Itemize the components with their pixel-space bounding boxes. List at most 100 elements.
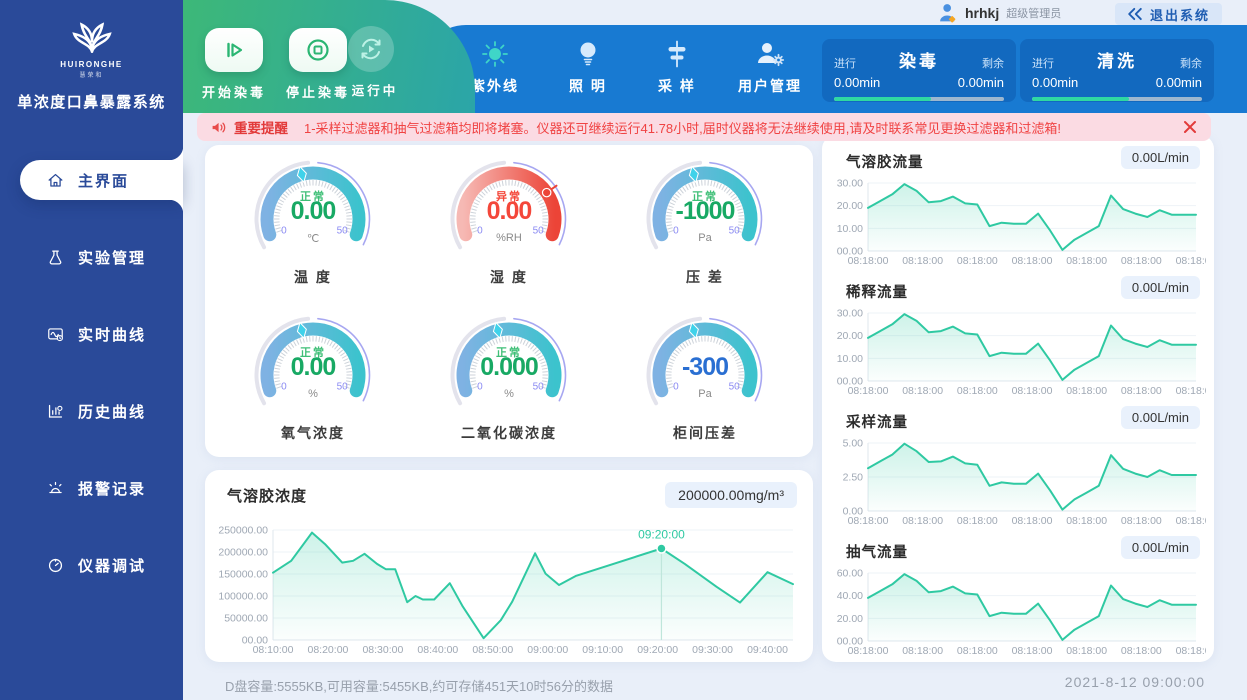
alert-banner: 重要提醒 1-采样过滤器和抽气过滤箱均即将堵塞。仪器还可继续运行41.78小时,… <box>197 113 1211 141</box>
timer-remain-value: 0.00min <box>958 75 1004 90</box>
gauge-label: 压 差 <box>686 267 724 287</box>
instrument-debug-icon <box>46 556 65 575</box>
timer-progress-bar <box>1032 97 1202 101</box>
user-avatar-icon <box>938 2 958 24</box>
svg-text:08:18:00: 08:18:00 <box>848 515 889 527</box>
sampling-flow-value-badge: 0.00L/min <box>1121 406 1200 429</box>
sidebar-nav: 主界面 实验管理 实时曲线 历史曲线 报警记录 仪器调试 <box>0 160 183 622</box>
home-icon <box>46 171 65 190</box>
svg-text:200000.00: 200000.00 <box>218 547 268 559</box>
aerosol-concentration-chart: 00.0050000.00100000.00150000.00200000.00… <box>215 516 803 656</box>
svg-text:09:30:00: 09:30:00 <box>692 644 733 656</box>
svg-text:08:18:00: 08:18:00 <box>848 255 889 267</box>
gauge-value: -1000 <box>607 197 803 226</box>
alarm-icon <box>46 479 65 498</box>
gauge-unit: Pa <box>607 232 803 244</box>
lighting-icon <box>543 38 633 70</box>
svg-text:30.00: 30.00 <box>837 308 863 320</box>
gauge-label: 温 度 <box>294 267 332 287</box>
logout-arrows-icon <box>1127 7 1143 21</box>
sidebar-item-label: 报警记录 <box>78 478 146 499</box>
svg-text:08:18:00: 08:18:00 <box>957 645 998 657</box>
aerosol-concentration-value-badge: 200000.00mg/m³ <box>665 482 797 508</box>
svg-text:08:18:00: 08:18:00 <box>1176 255 1206 267</box>
svg-text:08:18:00: 08:18:00 <box>902 645 943 657</box>
stop-poison-button[interactable] <box>289 28 347 72</box>
start-poison-label: 开始染毒 <box>189 82 279 101</box>
header-action-panel: 开始染毒 停止染毒 运行中 <box>183 0 475 113</box>
timer-title: 清洗 <box>1097 47 1137 72</box>
svg-text:08:20:00: 08:20:00 <box>308 644 349 656</box>
logout-label: 退出系统 <box>1150 5 1210 24</box>
start-poison-button[interactable] <box>205 28 263 72</box>
dilution-flow-value-badge: 0.00L/min <box>1121 276 1200 299</box>
header-toolbar-bar: 紫外线 照 明 采 样 用户管理 进行 染毒 剩余 0.00min 0.00mi… <box>420 25 1247 113</box>
svg-text:08:18:00: 08:18:00 <box>1176 515 1206 527</box>
gauge-humidity: 050 异常 0.00 %RH 湿 度 <box>411 153 607 303</box>
sidebar-item-history-curve[interactable]: 历史曲线 <box>0 391 183 431</box>
realtime-curve-icon <box>46 325 65 344</box>
logo-text: HUIRONGHE <box>0 60 183 69</box>
gauges-panel: 050 正常 0.00 ℃ 温 度 050 异常 0.00 %RH 湿 度 05… <box>205 145 813 457</box>
gauge-unit: ℃ <box>215 232 411 245</box>
running-status-label: 运行中 <box>330 80 420 99</box>
aerosol-flow-title: 气溶胶流量 <box>846 151 924 172</box>
svg-text:09:40:00: 09:40:00 <box>747 644 788 656</box>
aerosol-flow-block: 气溶胶流量 0.00L/min 00.0010.0020.0030.0008:1… <box>822 141 1214 271</box>
gauge-label: 柜间压差 <box>673 423 737 443</box>
gauge-grid: 050 正常 0.00 ℃ 温 度 050 异常 0.00 %RH 湿 度 05… <box>205 145 813 459</box>
alert-title: 重要提醒 <box>234 117 288 137</box>
datetime-display: 2021-8-12 09:00:00 <box>1065 674 1205 690</box>
gauge-value: 0.000 <box>411 353 607 382</box>
history-curve-icon <box>46 402 65 421</box>
svg-text:08:40:00: 08:40:00 <box>417 644 458 656</box>
svg-text:08:18:00: 08:18:00 <box>1121 385 1162 397</box>
svg-text:20.00: 20.00 <box>837 613 863 625</box>
gauge-unit: %RH <box>411 232 607 244</box>
dilution-flow-title: 稀释流量 <box>846 281 908 302</box>
sidebar-item-home[interactable]: 主界面 <box>20 160 183 200</box>
sidebar-item-label: 实验管理 <box>78 247 146 268</box>
sampling-flow-block: 采样流量 0.00L/min 0.002.505.0008:18:0008:18… <box>822 401 1214 531</box>
exhaust-flow-value-badge: 0.00L/min <box>1121 536 1200 559</box>
svg-text:08:18:00: 08:18:00 <box>1012 385 1053 397</box>
svg-text:10.00: 10.00 <box>837 353 863 365</box>
sidebar-item-instrument-debug[interactable]: 仪器调试 <box>0 545 183 585</box>
disk-capacity-status: D盘容量:5555KB,可用容量:5455KB,约可存储451天10时56分的数… <box>225 676 613 695</box>
running-icon <box>358 36 384 62</box>
timer-remain-value: 0.00min <box>1156 75 1202 90</box>
svg-text:30.00: 30.00 <box>837 178 863 190</box>
gauge-value: -300 <box>607 353 803 382</box>
svg-text:08:18:00: 08:18:00 <box>1066 515 1107 527</box>
sidebar-item-experiment[interactable]: 实验管理 <box>0 237 183 277</box>
sampling-flow-title: 采样流量 <box>846 411 908 432</box>
svg-text:50000.00: 50000.00 <box>224 613 268 625</box>
alert-close-icon[interactable] <box>1183 120 1197 134</box>
toolbar-lighting[interactable]: 照 明 <box>543 38 633 96</box>
sidebar-item-realtime-curve[interactable]: 实时曲线 <box>0 314 183 354</box>
gauge-co2: 050 正常 0.000 % 二氧化碳浓度 <box>411 309 607 459</box>
logout-button[interactable]: 退出系统 <box>1115 3 1222 25</box>
exhaust-flow-title: 抽气流量 <box>846 541 908 562</box>
svg-text:150000.00: 150000.00 <box>218 569 268 581</box>
svg-text:08:18:00: 08:18:00 <box>1176 385 1206 397</box>
gauge-label: 湿 度 <box>490 267 528 287</box>
gauge-value: 0.00 <box>215 197 411 226</box>
toolbar-user-manage[interactable]: 用户管理 <box>725 38 815 96</box>
gauge-unit: % <box>411 388 607 400</box>
toolbar-sampling[interactable]: 采 样 <box>632 38 722 96</box>
svg-text:08:18:00: 08:18:00 <box>848 385 889 397</box>
gauge-pressure-diff: 050 正常 -1000 Pa 压 差 <box>607 153 803 303</box>
svg-text:100000.00: 100000.00 <box>218 591 268 603</box>
sampling-valve-icon <box>632 38 722 70</box>
sidebar-item-alarm-records[interactable]: 报警记录 <box>0 468 183 508</box>
exhaust-flow-block: 抽气流量 0.00L/min 00.0020.0040.0060.0008:18… <box>822 531 1214 661</box>
svg-text:08:18:00: 08:18:00 <box>1121 515 1162 527</box>
user-manage-icon <box>725 38 815 70</box>
timer-progress-label: 进行 <box>1032 55 1054 71</box>
dilution-flow-block: 稀释流量 0.00L/min 00.0010.0020.0030.0008:18… <box>822 271 1214 401</box>
gauge-label: 二氧化碳浓度 <box>461 423 557 443</box>
poison-timer-panel: 进行 染毒 剩余 0.00min 0.00min <box>822 39 1016 102</box>
gauge-temperature: 050 正常 0.00 ℃ 温 度 <box>215 153 411 303</box>
svg-text:08:18:00: 08:18:00 <box>1121 645 1162 657</box>
